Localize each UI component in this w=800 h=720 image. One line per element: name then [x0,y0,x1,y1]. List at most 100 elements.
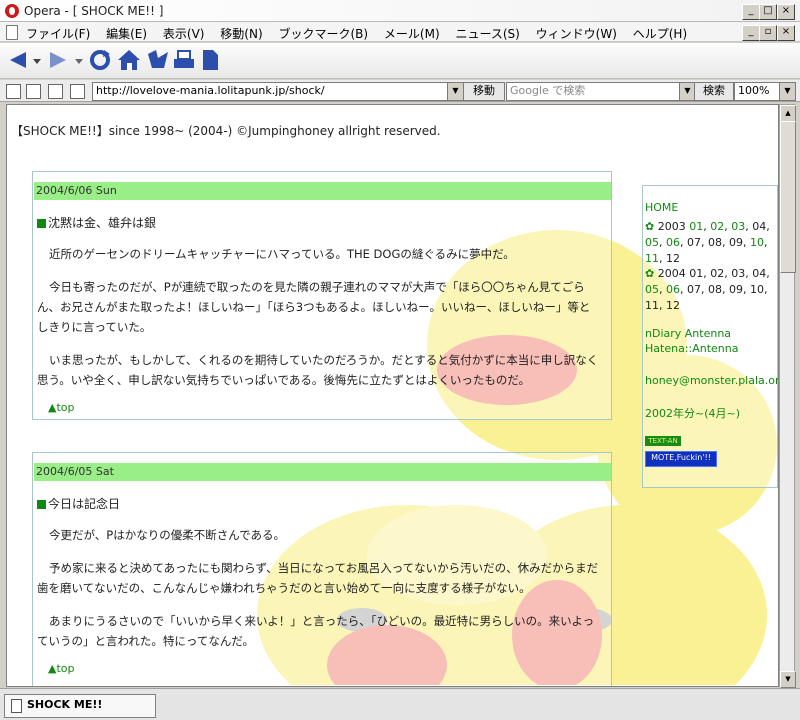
title-bar: Opera - [ SHOCK ME!! ] _ □ × [0,0,800,22]
archive-month: 12 [666,299,680,312]
search-button[interactable]: 検索 [694,82,734,101]
entry-paragraph: 近所のゲーセンのドリームキャッチャーにハマっている。THE DOGの縫ぐるみに夢… [49,247,515,261]
email-link[interactable]: honey@monster.plala.or.jp [645,374,778,387]
menu-view[interactable]: 表示(V) [163,27,205,41]
tab-document-icon [11,699,22,713]
menu-file[interactable]: ファイル(F) [26,27,90,41]
copyright-text: 【SHOCK ME!!】since 1998~ (2004-) ©Jumping… [11,124,441,138]
archive-month-link[interactable]: 02 [710,220,724,233]
go-button[interactable]: 移動 [463,82,505,101]
scroll-down-arrow-icon[interactable]: ▼ [780,671,796,688]
top-link[interactable]: ▲top [48,401,611,414]
archive-month: 01 [689,267,704,280]
maximize-button[interactable]: □ [759,4,777,20]
archive-2003: ✿ 2003 01, 02, 03, 04, 05, 06, 07, 08, 0… [645,220,770,265]
page-viewport: 【SHOCK ME!!】since 1998~ (2004-) ©Jumping… [6,104,779,687]
close-button[interactable]: × [777,4,795,20]
menu-mail[interactable]: メール(M) [384,27,440,41]
archive-month: 09 [729,283,743,296]
zoom-dropdown[interactable]: ▼ [779,82,796,101]
diary-entry: 2004/6/05 Sat 今日は記念日 今更だが、Pはかなりの優柔不断さんであ… [32,452,612,686]
window-title: Opera - [ SHOCK ME!! ] [24,4,164,18]
entry-date: 2004/6/06 Sun [34,182,611,200]
forward-icon[interactable] [48,48,70,72]
tab-label: SHOCK ME!! [27,698,103,711]
archive-month-link[interactable]: 11 [645,252,659,265]
minimize-button[interactable]: _ [742,4,760,20]
entry-paragraph: いま思ったが、もしかして、くれるのを期待していたのだろうか。だとすると気付かずに… [37,353,599,387]
hotlist-icon[interactable] [146,48,170,72]
clover-icon: ✿ [645,267,655,280]
archive-month: 02 [710,267,725,280]
cookie-icon[interactable] [26,84,41,99]
scroll-thumb[interactable] [780,121,796,273]
page-info-icon[interactable] [48,84,63,99]
scroll-up-arrow-icon[interactable]: ▲ [780,105,796,122]
entry-paragraph: あまりにうるさいので「いいから早く来いよ！」と言ったら、「ひどいの。最近特に男ら… [37,614,595,648]
archive-month-link[interactable]: 01 [689,220,703,233]
menu-help[interactable]: ヘルプ(H) [633,27,687,41]
archive-month: 07 [687,283,701,296]
top-link[interactable]: ▲top [48,662,611,675]
navigation-toolbar [0,43,800,79]
reload-icon[interactable] [88,48,112,72]
archive-month-link[interactable]: 10 [750,236,764,249]
antenna-link-ndiary[interactable]: nDiary Antenna [645,327,731,340]
address-input[interactable]: http://lovelove-mania.lolitapunk.jp/shoc… [92,82,455,101]
menu-navigate[interactable]: 移動(N) [220,27,262,41]
archive-month: 11 [645,299,659,312]
archive-month: 03 [731,267,746,280]
menu-bar: ファイル(F) 編集(E) 表示(V) 移動(N) ブックマーク(B) メール(… [0,22,800,42]
address-toolbar: http://lovelove-mania.lolitapunk.jp/shoc… [0,80,800,102]
antenna-link-hatena[interactable]: Hatena::Antenna [645,342,738,355]
vertical-scrollbar[interactable]: ▲ ▼ [779,104,796,688]
menu-list: ファイル(F) 編集(E) 表示(V) 移動(N) ブックマーク(B) メール(… [26,25,699,42]
archive-month-link[interactable]: 05 [645,283,659,296]
archive-month-link[interactable]: 05 [645,236,659,249]
search-input[interactable]: Google で検索 [506,82,687,101]
archive-month-link[interactable]: 06 [666,283,680,296]
archive-month: 04 [752,267,767,280]
forward-dropdown-icon[interactable] [74,48,84,72]
sidebar: HOME ✿ 2003 01, 02, 03, 04, 05, 06, 07, … [642,185,778,488]
entry-title: 今日は記念日 [37,495,611,512]
entry-paragraph: 今日も寄ったのだが、Pが連続で取ったのを見た隣の親子連れのママが大声で「ほら〇〇… [37,280,591,334]
archive-2004: ✿ 2004 01, 02, 03, 04, 05, 06, 07, 08, 0… [645,267,770,312]
menu-window[interactable]: ウィンドウ(W) [536,27,617,41]
mote-banner[interactable]: MOTE,Fuckin'!! [645,451,717,467]
security-icon[interactable] [6,84,21,99]
diary-entry: 2004/6/06 Sun 沈黙は金、雄弁は銀 近所のゲーセンのドリームキャッチ… [32,171,612,420]
entry-title: 沈黙は金、雄弁は銀 [37,214,611,231]
home-link[interactable]: HOME [645,201,678,214]
entry-paragraph: 予め家に来ると決めてあったにも関わらず、当日になってお風呂入ってないから汚いだの… [37,561,599,595]
print-small-icon[interactable] [70,84,85,99]
home-icon[interactable] [116,48,142,72]
archive-month: 08 [708,236,722,249]
archive-month: 12 [666,252,680,265]
doc-close-button[interactable]: × [777,25,795,41]
address-dropdown[interactable]: ▼ [447,82,464,101]
back-icon[interactable] [6,48,28,72]
archive-month: 10 [750,283,764,296]
archive-month-link[interactable]: 06 [666,236,680,249]
clover-icon: ✿ [645,220,655,233]
print-icon[interactable] [172,48,196,72]
menu-edit[interactable]: 編集(E) [106,27,147,41]
menu-news[interactable]: ニュース(S) [455,27,519,41]
doc-restore-button[interactable]: ▫ [759,25,777,41]
page-tab[interactable]: SHOCK ME!! [4,694,156,718]
text-antenna-banner[interactable]: TEXT-AN [645,436,681,446]
entry-paragraph: 今更だが、Pはかなりの優柔不断さんである。 [49,528,286,542]
archive-month-link[interactable]: 03 [731,220,745,233]
bullet-square-icon [37,500,46,509]
back-dropdown-icon[interactable] [32,48,42,72]
page-icon[interactable] [200,48,220,72]
bullet-square-icon [37,219,46,228]
entry-date: 2004/6/05 Sat [34,463,611,481]
old-archive-link[interactable]: 2002年分~(4月~) [645,405,740,421]
opera-logo-icon [5,4,19,18]
archive-month: 07 [687,236,701,249]
page-document-icon[interactable] [6,25,18,40]
doc-minimize-button[interactable]: _ [742,25,760,41]
menu-bookmarks[interactable]: ブックマーク(B) [278,27,368,41]
